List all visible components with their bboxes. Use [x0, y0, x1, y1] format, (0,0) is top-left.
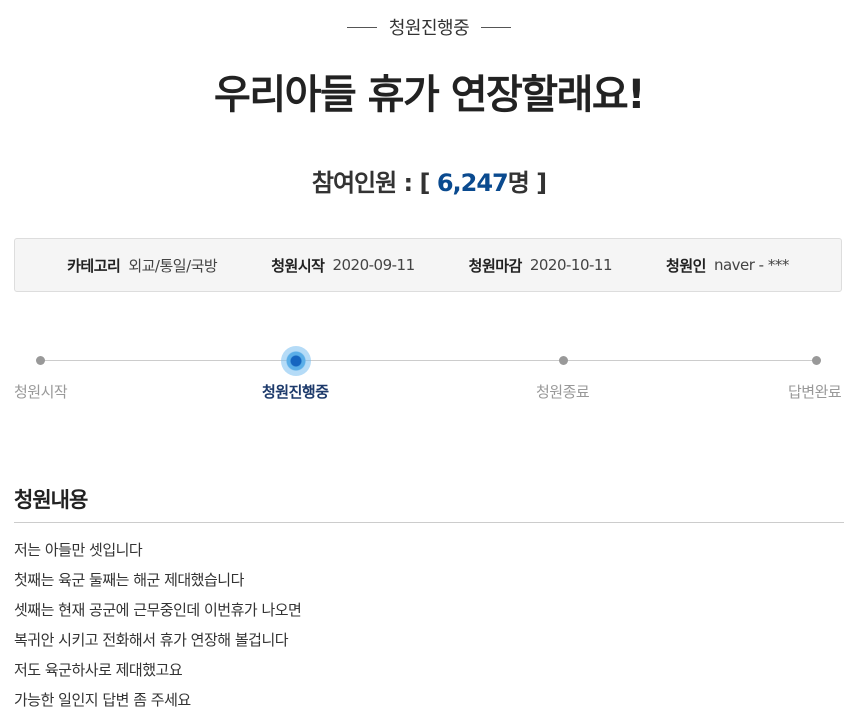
info-petitioner-value: naver - *** [713, 256, 789, 274]
info-start-value: 2020-09-11 [332, 256, 415, 274]
info-end-value: 2020-10-11 [529, 256, 613, 274]
participant-count: 참여인원 : [ 6,247명 ] [0, 163, 858, 198]
content-line: 가능한 일인지 답변 좀 주세요 [14, 691, 191, 709]
content-line: 셋째는 현재 공군에 근무중인데 이번휴가 나오면 [14, 601, 302, 619]
participant-prefix: 참여인원 : [ [311, 169, 437, 197]
status-left-rule [346, 26, 377, 28]
petition-progress: 청원시작 청원진행중 청원종료 답변완료 [0, 330, 858, 410]
step-label-start: 청원시작 [14, 383, 68, 401]
petition-info-box: 카테고리 외교/통일/국방 청원시작 2020-09-11 청원마감 2020-… [14, 238, 842, 292]
content-line: 복귀안 시키고 전화해서 휴가 연장해 볼겁니다 [14, 631, 289, 649]
participant-number: 6,247 [436, 169, 509, 197]
info-petitioner-label: 청원인 [666, 256, 706, 275]
status-label: 청원진행중 [388, 18, 470, 39]
info-category-value: 외교/통일/국방 [128, 256, 218, 275]
content-line: 저도 육군하사로 제대했고요 [14, 661, 183, 679]
status-right-rule [481, 26, 512, 28]
content-heading: 청원내용 [14, 488, 88, 512]
info-start-date: 청원시작 2020-09-11 [271, 255, 415, 276]
step-dot-closed [559, 356, 568, 365]
content-line: 저는 아들만 셋입니다 [14, 541, 143, 559]
petition-content: 저는 아들만 셋입니다 첫째는 육군 둘째는 해군 제대했습니다 셋째는 현재 … [14, 538, 844, 718]
step-dot-answered [812, 356, 821, 365]
progress-track [40, 360, 817, 361]
info-end-date: 청원마감 2020-10-11 [468, 255, 613, 276]
content-divider [14, 522, 844, 523]
step-dot-in-progress [281, 346, 311, 376]
petition-title: 우리아들 휴가 연장할래요! [214, 72, 645, 118]
info-end-label: 청원마감 [468, 256, 523, 275]
info-category: 카테고리 외교/통일/국방 [67, 255, 218, 276]
step-label-answered: 답변완료 [788, 383, 842, 401]
participant-suffix: 명 ] [507, 169, 547, 197]
step-label-closed: 청원종료 [536, 383, 590, 401]
step-label-in-progress: 청원진행중 [262, 383, 329, 401]
info-start-label: 청원시작 [271, 256, 325, 275]
info-petitioner: 청원인 naver - *** [666, 255, 789, 276]
info-category-label: 카테고리 [67, 256, 121, 275]
content-line: 첫째는 육군 둘째는 해군 제대했습니다 [14, 571, 244, 589]
step-dot-start [36, 356, 45, 365]
petition-status: 청원진행중 [0, 14, 858, 40]
